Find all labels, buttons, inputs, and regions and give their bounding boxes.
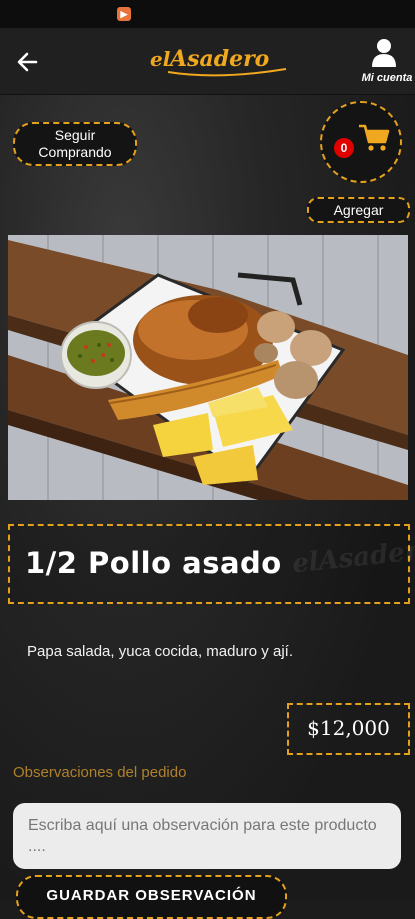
app-header: el Asadero Mi cuenta [0,28,415,95]
status-bar: ▶ [0,0,415,28]
arrow-left-icon [17,52,38,72]
price-box: $12,000 [287,703,410,755]
account-label: Mi cuenta [361,72,413,84]
app-logo: el Asadero [148,42,293,82]
back-button[interactable] [14,48,48,76]
account-button[interactable]: Mi cuenta [352,38,415,88]
logo-word: Asadero [168,46,269,72]
save-observation-button[interactable]: GUARDAR OBSERVACIÓN [16,875,287,919]
product-title: 1/2 Pollo asado [25,546,282,580]
continue-shopping-label-1: Seguir [54,127,96,143]
product-description: Papa salada, yuca cocida, maduro y ají. [27,643,293,660]
continue-shopping-label-2: Comprando [38,144,112,160]
add-button[interactable]: Agregar [307,197,410,223]
observations-label: Observaciones del pedido [13,764,187,781]
logo-prefix: el [150,47,171,71]
product-price: $12,000 [307,716,390,740]
user-icon [372,39,396,67]
continue-shopping-button[interactable]: Seguir Comprando [13,122,137,166]
observation-input[interactable] [13,803,401,869]
cart-count-badge: 0 [334,138,354,158]
shopping-cart-icon [359,124,390,151]
play-notification-icon: ▶ [117,7,131,21]
cart-button[interactable]: 0 [320,101,402,183]
product-image [8,235,408,500]
logo-watermark: elAsadero [290,534,415,580]
product-title-box: elAsadero 1/2 Pollo asado [8,524,415,604]
